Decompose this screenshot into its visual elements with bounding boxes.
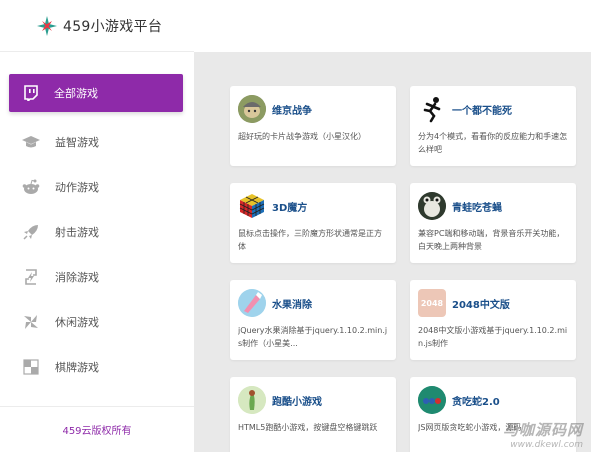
watermark-line2: www.dkewl.com [510,440,583,450]
game-title[interactable]: 维京战争 [272,102,312,117]
pinwheel-icon [22,313,40,331]
rocket-icon [22,223,40,241]
nav-item-label: 全部游戏 [54,87,98,100]
viking-icon [238,95,266,123]
game-card[interactable]: 维京战争 超好玩的卡片战争游戏（小星汉化） [230,86,396,166]
brand-title: 459小游戏平台 [63,18,163,35]
app-window: 459小游戏平台 全部游戏 益智游戏 动作游戏 射击游戏 消除游戏 休闲游戏 棋… [0,0,591,452]
game-title[interactable]: 水果消除 [272,296,312,311]
game-card[interactable]: 跑酷小游戏 HTML5跑酷小游戏，按键盘空格键跳跃 [230,377,396,452]
game-description: HTML5跑酷小游戏，按键盘空格键跳跃 [238,423,378,432]
nav-item-action-games[interactable]: 动作游戏 [0,164,194,209]
nav-item-label: 益智游戏 [55,135,99,149]
sidebar: 459小游戏平台 全部游戏 益智游戏 动作游戏 射击游戏 消除游戏 休闲游戏 棋… [0,0,194,452]
game-title[interactable]: 一个都不能死 [452,102,512,117]
game-title[interactable]: 2048中文版 [452,296,510,311]
nav-item-label: 射击游戏 [55,225,99,239]
game-card[interactable]: 3D魔方 鼠标点击操作，三阶魔方形状通常是正方体 [230,183,396,263]
game-title[interactable]: 3D魔方 [272,199,307,214]
rubiks-cube-icon [238,192,266,220]
2048-badge-text: 2048 [420,298,444,308]
main-content: 维京战争 超好玩的卡片战争游戏（小星汉化） 一个都不能死 分为4个模式，看看你的… [194,0,591,452]
reddit-alien-icon [22,178,40,196]
game-description: 2048中文版小游戏基于jquery.1.10.2.min.js制作 [418,326,568,348]
game-description: 分为4个模式，看看你的反应能力和手速怎么样吧 [418,132,568,154]
parkour-icon [238,386,266,414]
game-card[interactable]: 2048 2048中文版 2048中文版小游戏基于jquery.1.10.2.m… [410,280,576,360]
fruit-icon [238,289,266,317]
game-card[interactable]: 青蛙吃苍蝇 兼容PC端和移动端，背景音乐开关功能，白天晚上两种背景 [410,183,576,263]
nav-item-label: 消除游戏 [55,270,99,284]
category-nav: 全部游戏 益智游戏 动作游戏 射击游戏 消除游戏 休闲游戏 棋牌游戏 [0,70,194,389]
graduation-cap-icon [22,133,40,151]
twitch-icon [22,84,40,102]
nav-item-all-games[interactable]: 全部游戏 [9,74,183,112]
game-card[interactable]: 水果消除 jQuery水果消除基于jquery.1.10.2.min.js制作（… [230,280,396,360]
game-description: 兼容PC端和移动端，背景音乐开关功能，白天晚上两种背景 [418,229,565,251]
nav-item-board-games[interactable]: 棋牌游戏 [0,344,194,389]
games-grid: 维京战争 超好玩的卡片战争游戏（小星汉化） 一个都不能死 分为4个模式，看看你的… [194,0,591,452]
brand-header[interactable]: 459小游戏平台 [0,0,194,52]
copyright-text: 459云版权所有 [62,426,132,437]
nav-item-label: 动作游戏 [55,180,99,194]
star-logo-icon [37,15,57,36]
game-card[interactable]: 一个都不能死 分为4个模式，看看你的反应能力和手速怎么样吧 [410,86,576,166]
game-title[interactable]: 贪吃蛇2.0 [452,393,500,408]
game-title[interactable]: 跑酷小游戏 [272,393,322,408]
nav-item-label: 棋牌游戏 [55,360,99,374]
watermark: 马咖源码网 www.dkewl.com [503,419,583,450]
watermark-line1: 马咖源码网 [502,421,583,439]
nav-item-match-games[interactable]: 消除游戏 [0,254,194,299]
game-description: 鼠标点击操作，三阶魔方形状通常是正方体 [238,229,382,251]
running-stickman-icon [418,95,446,123]
game-title[interactable]: 青蛙吃苍蝇 [452,199,502,214]
nav-item-shooting-games[interactable]: 射击游戏 [0,209,194,254]
copyright-footer: 459云版权所有 [0,406,194,452]
lightning-box-icon [22,268,40,286]
game-description: 超好玩的卡片战争游戏（小星汉化） [238,132,366,141]
snake-icon [418,386,446,414]
nav-item-puzzle-games[interactable]: 益智游戏 [0,119,194,164]
nav-item-label: 休闲游戏 [55,315,99,329]
nav-item-casual-games[interactable]: 休闲游戏 [0,299,194,344]
frog-icon [418,192,446,220]
game-description: jQuery水果消除基于jquery.1.10.2.min.js制作（小星美..… [238,326,388,348]
chessboard-icon [22,358,40,376]
2048-icon: 2048 [418,289,446,317]
